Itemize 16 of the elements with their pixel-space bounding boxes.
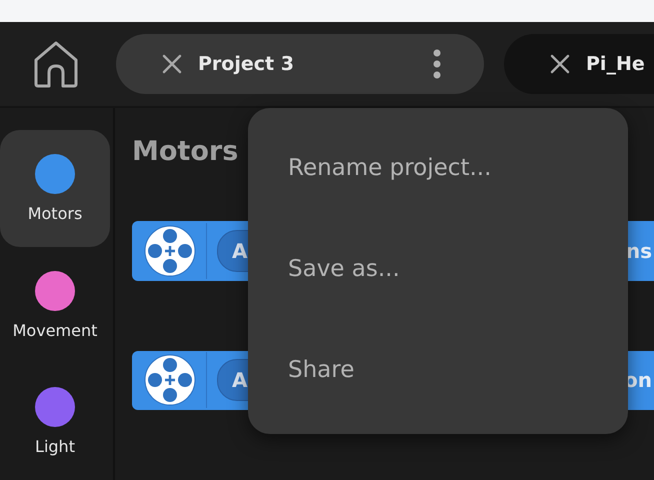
category-item[interactable]: Movement	[0, 246, 110, 364]
menu-item[interactable]: Rename project...	[248, 155, 628, 182]
more-icon[interactable]	[433, 49, 441, 79]
category-item[interactable]: Light	[0, 363, 110, 480]
tab-label: Project 3	[198, 53, 294, 75]
project-tab[interactable]: Pi_He	[504, 34, 654, 94]
wheel-icon	[144, 354, 196, 406]
home-icon[interactable]	[33, 40, 79, 88]
project-tab[interactable]: Project 3	[116, 34, 484, 94]
close-icon[interactable]	[162, 54, 182, 74]
wheel-icon	[144, 224, 196, 277]
section-heading: Motors	[132, 136, 238, 167]
close-icon[interactable]	[550, 54, 570, 74]
tab-label: Pi_He	[586, 53, 645, 75]
block-label: ns	[626, 238, 652, 263]
category-item[interactable]: Motors	[0, 130, 110, 247]
